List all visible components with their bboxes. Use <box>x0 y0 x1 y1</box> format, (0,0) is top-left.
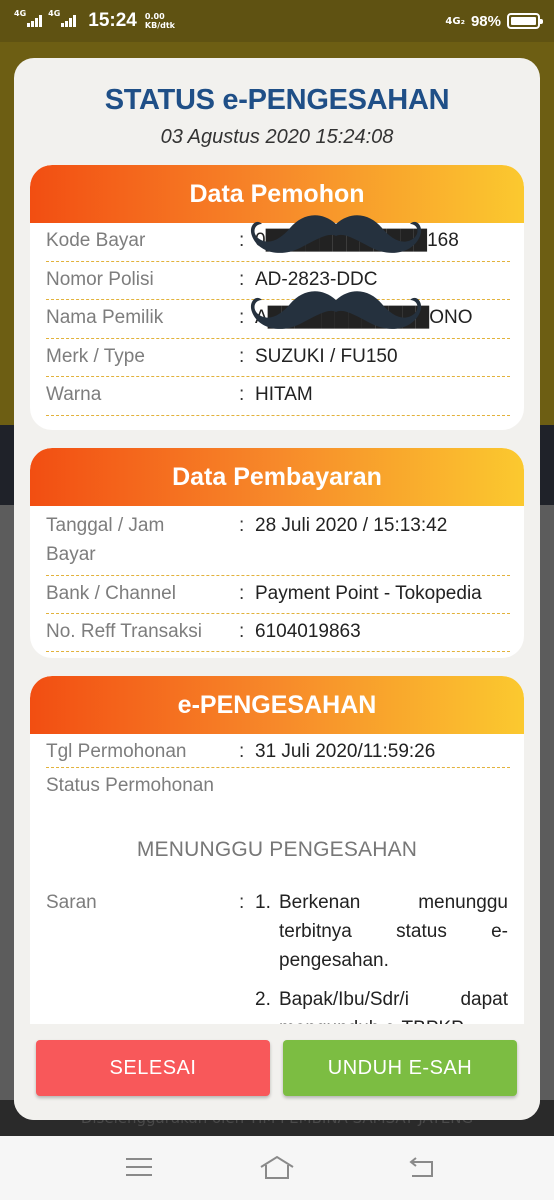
row-label: Nomor Polisi <box>46 268 154 290</box>
e-pengesahan-heading: e-PENGESAHAN <box>30 676 524 734</box>
row-value: 6104019863 <box>255 621 361 642</box>
row-separator: : <box>239 515 245 536</box>
warna-row: Warna : HITAM <box>30 377 524 416</box>
row-label: Tanggal / Jam Bayar <box>46 508 239 576</box>
status-permohonan-row: Status Permohonan <box>30 768 524 806</box>
row-label: Tgl Permohonan <box>46 741 187 762</box>
row-separator: : <box>239 583 245 604</box>
clock: 15:24 <box>88 10 137 31</box>
status-bar: 4G 4G 15:24 0.00 KB/dtk 4G₂ 98% <box>0 0 554 42</box>
row-label: Merk / Type <box>46 345 145 367</box>
tgl-permohonan-row: Tgl Permohonan : 31 Juli 2020/11:59:26 <box>30 734 524 768</box>
unduh-esah-button[interactable]: UNDUH E-SAH <box>283 1040 517 1096</box>
mustache-redaction-icon <box>250 291 422 329</box>
home-icon[interactable] <box>258 1154 296 1182</box>
row-label-line: Bayar <box>46 544 96 565</box>
row-label: Bank / Channel <box>46 583 176 604</box>
row-label-line: Tanggal / Jam <box>46 515 165 536</box>
saran-item: 1. Berkenan menunggu terbitnya status e-… <box>255 888 508 975</box>
status-date: 03 Agustus 2020 15:24:08 <box>160 126 394 148</box>
row-label: Nama Pemilik <box>46 307 164 328</box>
saran-number: 1. <box>255 892 271 913</box>
row-label: No. Reff Transaksi <box>46 621 202 642</box>
status-modal: STATUS e-PENGESAHAN 03 Agustus 2020 15:2… <box>14 58 540 1120</box>
battery-percent: 98% <box>470 12 501 30</box>
battery-icon <box>507 13 543 29</box>
status-value: MENUNGGU PENGESAHAN <box>136 838 418 861</box>
navigation-bar <box>0 1136 554 1200</box>
signal-icon-2: 4G <box>48 9 77 27</box>
saran-text: Berkenan menunggu terbitnya status e-pen… <box>279 892 508 971</box>
reff-transaksi-row: No. Reff Transaksi : 6104019863 <box>30 614 524 652</box>
row-value: Payment Point - Tokopedia <box>255 583 482 604</box>
signal-icon: 4G <box>14 9 43 27</box>
row-value: HITAM <box>255 384 313 405</box>
speed-value: 0.00 <box>144 12 165 21</box>
row-separator: : <box>239 741 245 762</box>
page-title: STATUS e-PENGESAHAN <box>104 84 450 116</box>
network-speed: 0.00 KB/dtk <box>145 12 175 30</box>
row-value: SUZUKI / FU150 <box>255 345 398 367</box>
row-label: Status Permohonan <box>46 775 214 796</box>
row-label: Kode Bayar <box>46 230 146 251</box>
row-value: 28 Juli 2020 / 15:13:42 <box>255 515 448 536</box>
bank-channel-row: Bank / Channel : Payment Point - Tokoped… <box>30 576 524 614</box>
divider <box>46 414 510 416</box>
data-pembayaran-card: Data Pembayaran Tanggal / Jam Bayar : 28 … <box>30 448 524 658</box>
data-pembayaran-heading: Data Pembayaran <box>30 448 524 506</box>
merk-type-row: Merk / Type : SUZUKI / FU150 <box>30 339 524 377</box>
menu-icon[interactable] <box>124 1154 154 1180</box>
speed-unit: KB/dtk <box>144 21 175 30</box>
mustache-redaction-icon <box>250 215 422 253</box>
row-separator: : <box>239 384 245 405</box>
network-label: 4G <box>14 9 27 18</box>
row-separator: : <box>239 621 245 642</box>
row-label: Warna <box>46 384 102 405</box>
divider <box>46 651 510 652</box>
row-value: 31 Juli 2020/11:59:26 <box>255 741 436 762</box>
action-bar: SELESAI UNDUH E-SAH <box>14 1024 540 1120</box>
tanggal-bayar-row: Tanggal / Jam Bayar : 28 Juli 2020 / 15:1… <box>30 506 524 576</box>
row-separator: : <box>239 345 245 367</box>
network-label-3: 4G₂ <box>445 15 465 27</box>
selesai-button[interactable]: SELESAI <box>36 1040 270 1096</box>
network-label-2: 4G <box>48 9 61 18</box>
back-icon[interactable] <box>404 1154 438 1182</box>
